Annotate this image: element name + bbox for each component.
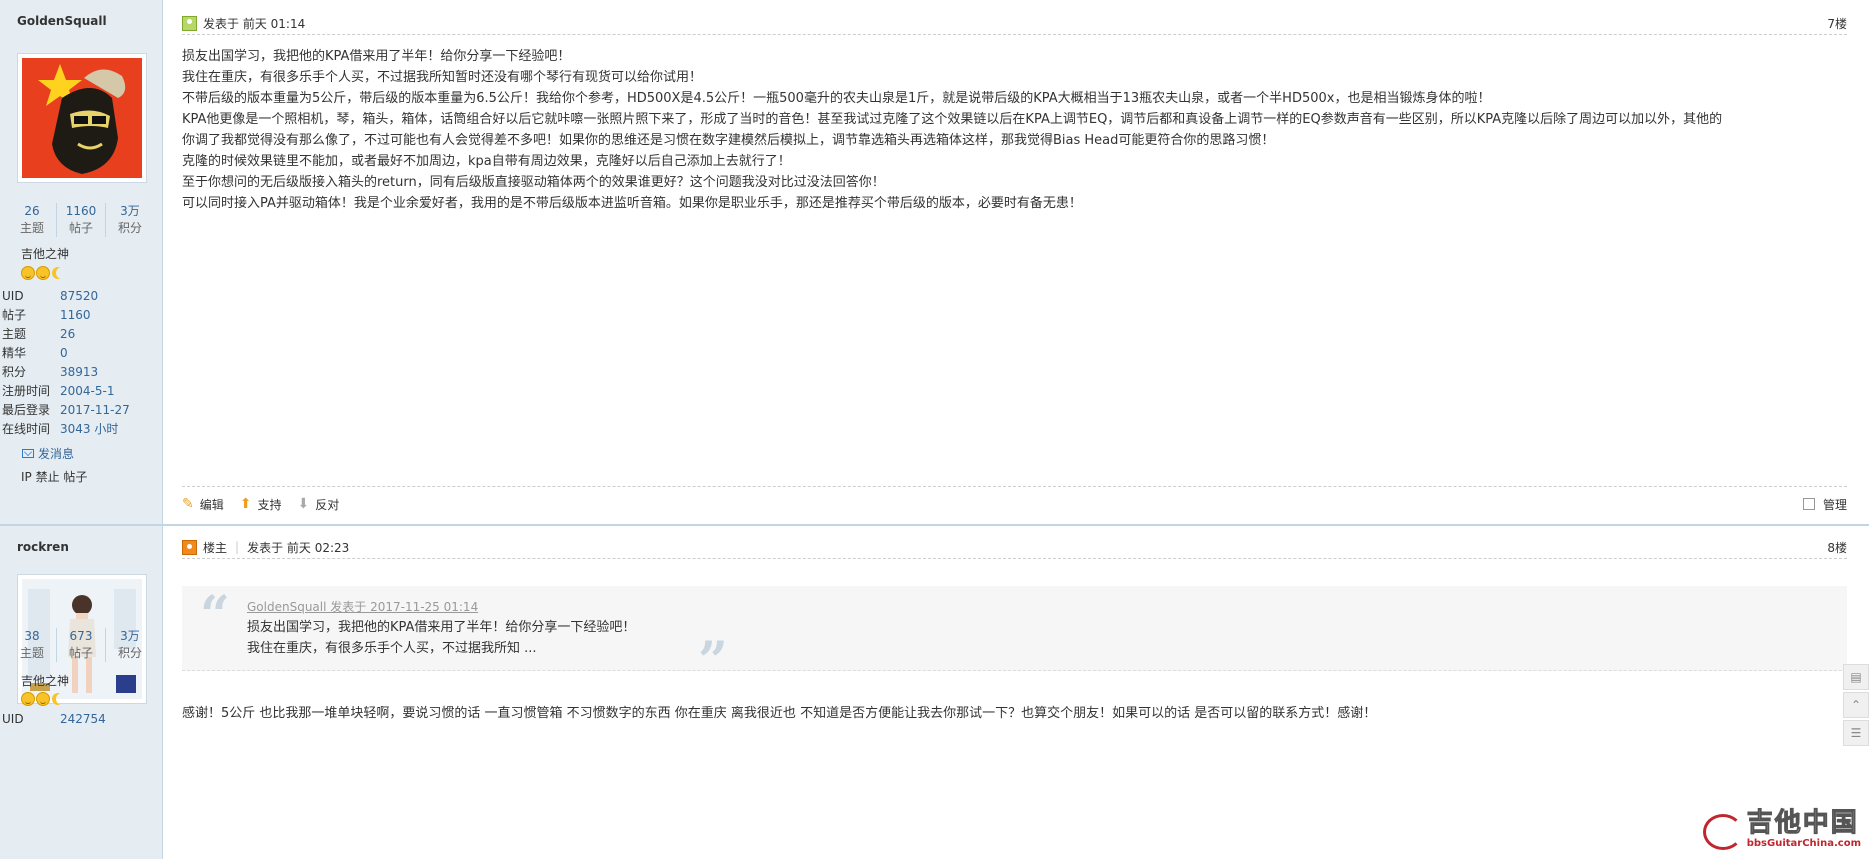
stat-credits[interactable]: 3万 积分 — [105, 203, 154, 237]
online-status-icon — [182, 15, 197, 31]
medals — [21, 266, 68, 280]
post-content: 发表于 前天 01:14 7楼 损友出国学习，我把他的KPA借来用了半年！给你分… — [182, 0, 1847, 524]
author-info: UID 87520 帖子 1160 主题 26 精华 0 积分 38913 注册时间 200… — [2, 289, 130, 436]
post-time: 发表于 前天 02:23 — [247, 540, 350, 555]
floor-number[interactable]: 7楼 — [1827, 15, 1847, 32]
smiley-medal-icon[interactable] — [21, 692, 35, 706]
stat-credits[interactable]: 3万 积分 — [105, 628, 154, 662]
stat-threads[interactable]: 26 主题 — [8, 203, 56, 237]
moon-medal-icon[interactable] — [56, 267, 68, 279]
guitar-logo-icon — [1702, 814, 1743, 850]
manage-control: 管理 — [1802, 496, 1847, 513]
author-name[interactable]: rockren — [17, 540, 69, 554]
stat-threads[interactable]: 38 主题 — [8, 628, 56, 662]
admin-links[interactable]: IP 禁止 帖子 — [21, 468, 87, 485]
user-group[interactable]: 吉他之神 — [21, 672, 69, 689]
post-7: GoldenSquall 26 主题 1160 帖子 3万 积分 吉他之神 UI… — [0, 0, 1869, 524]
post-header: 发表于 前天 01:14 7楼 — [182, 12, 1847, 35]
floor-number[interactable]: 8楼 — [1827, 539, 1847, 556]
manage-checkbox[interactable] — [1802, 498, 1815, 510]
avatar[interactable] — [17, 53, 147, 183]
author-name[interactable]: GoldenSquall — [17, 14, 107, 28]
post-8: rockren 38 主题 673 帖子 3万 积分 吉他之神 UID 2427… — [0, 526, 1869, 859]
author-sidebar: GoldenSquall 26 主题 1160 帖子 3万 积分 吉他之神 UI… — [0, 0, 163, 524]
author-stats: 38 主题 673 帖子 3万 积分 — [8, 628, 154, 662]
smiley-medal-icon[interactable] — [21, 266, 35, 280]
site-watermark: 吉他中国 bbsGuitarChina.com — [1702, 808, 1861, 850]
envelope-icon — [22, 449, 34, 458]
author-sidebar: rockren 38 主题 673 帖子 3万 积分 吉他之神 UID 2427… — [0, 526, 163, 859]
user-group[interactable]: 吉他之神 — [21, 245, 69, 262]
post-body: 损友出国学习，我把他的KPA借来用了半年！给你分享一下经验吧！ 我住在重庆，有很… — [182, 49, 1723, 211]
quote-block: “ GoldenSquall 发表于 2017-11-25 01:14 损友出国… — [182, 585, 1847, 692]
smiley-medal-icon[interactable] — [36, 692, 50, 706]
smiley-medal-icon[interactable] — [36, 266, 50, 280]
comment-icon[interactable]: ▤ — [1843, 664, 1869, 690]
post-body: 感谢！5公斤 也比我那一堆单块轻啊，要说习惯的话 一直习惯管箱 不习惯数字的东西… — [182, 706, 1377, 721]
arrow-down-icon: ⬇ — [297, 496, 310, 512]
stat-posts[interactable]: 1160 帖子 — [56, 203, 105, 237]
floating-toolbar: ▤ ⌃ ☰ — [1843, 664, 1869, 746]
arrow-up-icon: ⬆ — [239, 496, 252, 512]
author-stats: 26 主题 1160 帖子 3万 积分 — [8, 203, 154, 237]
back-to-top-icon[interactable]: ⌃ — [1843, 692, 1869, 718]
stat-posts[interactable]: 673 帖子 — [56, 628, 105, 662]
edit-button[interactable]: ✎ 编辑 — [182, 496, 224, 513]
list-icon[interactable]: ☰ — [1843, 720, 1869, 746]
post-content: 楼主 | 发表于 前天 02:23 8楼 “ GoldenSquall 发表于 … — [182, 526, 1847, 859]
post-header: 楼主 | 发表于 前天 02:23 8楼 — [182, 536, 1847, 559]
pencil-icon: ✎ — [182, 496, 194, 512]
thread-starter-icon — [182, 539, 197, 555]
op-label: 楼主 — [203, 540, 228, 555]
post-time: 发表于 前天 01:14 — [203, 16, 306, 31]
quote-close-icon: ” — [698, 631, 728, 692]
author-info: UID 242754 — [2, 712, 106, 726]
send-message-link[interactable]: 发消息 — [22, 445, 74, 462]
quote-open-icon: “ — [200, 585, 230, 646]
post-footer: ✎ 编辑 ⬆ 支持 ⬇ 反对 管理 — [182, 486, 1847, 521]
moon-medal-icon[interactable] — [56, 693, 68, 705]
oppose-button[interactable]: ⬇ 反对 — [298, 496, 340, 513]
support-button[interactable]: ⬆ 支持 — [240, 496, 282, 513]
quote-source-link[interactable]: GoldenSquall 发表于 2017-11-25 01:14 — [247, 598, 478, 615]
avatar-image — [22, 58, 142, 178]
medals — [21, 692, 68, 706]
